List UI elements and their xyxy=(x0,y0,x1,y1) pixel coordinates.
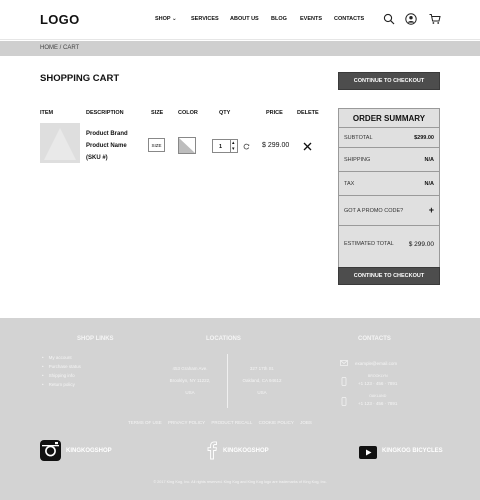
size-selector[interactable]: SIZE xyxy=(148,138,165,152)
footer-link-my-account[interactable]: My account xyxy=(42,353,81,362)
column-header-item: ITEM xyxy=(40,110,54,116)
product-sku: (SKU #) xyxy=(86,155,108,161)
summary-shipping-row: SHIPPING N/A xyxy=(339,148,439,172)
refresh-icon[interactable] xyxy=(243,143,250,150)
site-header: LOGO SHOP ⌄ SERVICES ABOUT US BLOG EVENT… xyxy=(0,0,480,40)
subtotal-value: $299.00 xyxy=(414,135,434,141)
checkout-button-bottom[interactable]: CONTINUE TO CHECKOUT xyxy=(338,267,440,285)
breadcrumb[interactable]: HOME / CART xyxy=(40,45,79,51)
column-header-size: SIZE xyxy=(151,110,164,116)
location-brooklyn-line2: Brooklyn, NY 11222, xyxy=(169,378,211,383)
footer-policy-links: TERMS OF USE PRIVACY POLICY PRODUCT RECA… xyxy=(128,420,317,425)
summary-subtotal-row: SUBTOTAL $299.00 xyxy=(339,128,439,148)
nav-shop[interactable]: SHOP ⌄ xyxy=(155,16,191,22)
shop-links-list: My account Purchase status Shipping info… xyxy=(42,353,81,389)
phone-oakland-label: OAKLAND xyxy=(369,394,387,398)
order-summary-title: ORDER SUMMARY xyxy=(339,109,439,128)
quantity-stepper[interactable]: 1 ▴ ▾ xyxy=(212,139,238,153)
promo-code-toggle[interactable]: GOT A PROMO CODE? + xyxy=(339,196,439,226)
location-oakland-line2: Oakland, CA 94612 xyxy=(242,378,282,383)
footer-link-shipping-info[interactable]: Shipping info xyxy=(42,371,81,380)
site-footer: SHOP LINKS My account Purchase status Sh… xyxy=(0,318,480,500)
youtube-channel[interactable]: KINGKOG BICYCLES xyxy=(382,448,443,454)
item-price: $ 299.00 xyxy=(262,142,290,149)
product-name[interactable]: Product Name xyxy=(86,140,128,152)
instagram-icon[interactable] xyxy=(40,440,61,461)
nav-services[interactable]: SERVICES xyxy=(191,16,230,22)
column-header-qty: QTY xyxy=(219,110,231,116)
location-brooklyn-line3: USA xyxy=(185,390,195,395)
location-brooklyn-line1: 453 Graham Ave. xyxy=(172,366,208,371)
copyright-notice: © 2017 King Kog, Inc. All rights reserve… xyxy=(153,480,327,484)
product-description: Product Brand Product Name (SKU #) xyxy=(86,128,128,164)
location-oakland: 327 17th St. Oakland, CA 94612 USA xyxy=(233,363,291,399)
phone-brooklyn-number[interactable]: +1 123 · 456 · 7891 xyxy=(358,380,397,387)
nav-blog[interactable]: BLOG xyxy=(271,16,300,22)
facebook-handle[interactable]: KINGKOGSHOP xyxy=(223,448,269,454)
phone-icon xyxy=(341,377,347,386)
quantity-divider xyxy=(230,140,231,152)
phone-icon xyxy=(341,397,347,406)
locations-divider xyxy=(227,354,228,408)
phone-brooklyn-label: BROOKLYN xyxy=(367,374,388,378)
facebook-icon[interactable] xyxy=(207,440,217,460)
shipping-value: N/A xyxy=(424,157,434,163)
color-swatch[interactable] xyxy=(178,137,196,154)
quantity-decrease-icon[interactable]: ▾ xyxy=(232,146,235,152)
nav-events[interactable]: EVENTS xyxy=(300,16,334,22)
cart-icon[interactable] xyxy=(429,13,441,25)
privacy-policy-link[interactable]: PRIVACY POLICY xyxy=(168,420,205,425)
delete-icon[interactable] xyxy=(303,142,312,151)
email-icon xyxy=(340,360,348,366)
column-header-description: DESCRIPTION xyxy=(86,110,124,116)
terms-of-use-link[interactable]: TERMS OF USE xyxy=(128,420,162,425)
column-header-color: COLOR xyxy=(178,110,198,116)
breadcrumb-bar: HOME / CART xyxy=(0,41,480,56)
summary-total-row: ESTIMATED TOTAL $ 299.00 xyxy=(339,226,439,268)
locations-heading: LOCATIONS xyxy=(206,336,241,342)
product-recall-link[interactable]: PRODUCT RECALL xyxy=(211,420,252,425)
order-summary: ORDER SUMMARY SUBTOTAL $299.00 SHIPPING … xyxy=(338,108,440,268)
footer-link-return-policy[interactable]: Return policy xyxy=(42,380,81,389)
contact-phone-oakland: OAKLAND +1 123 · 456 · 7891 xyxy=(358,393,397,407)
search-icon[interactable] xyxy=(383,13,395,25)
column-header-price: PRICE xyxy=(266,110,283,116)
nav-about-us[interactable]: ABOUT US xyxy=(230,16,271,22)
phone-oakland-number[interactable]: +1 123 · 456 · 7891 xyxy=(358,400,397,407)
quantity-value[interactable]: 1 xyxy=(219,144,222,150)
youtube-icon[interactable] xyxy=(359,446,377,459)
jobs-link[interactable]: JOBS xyxy=(300,420,312,425)
tax-value: N/A xyxy=(424,181,434,187)
footer-link-purchase-status[interactable]: Purchase status xyxy=(42,362,81,371)
shipping-label: SHIPPING xyxy=(344,157,371,163)
promo-code-label[interactable]: GOT A PROMO CODE? xyxy=(344,208,403,214)
summary-tax-row: TAX N/A xyxy=(339,172,439,196)
location-oakland-line3: USA xyxy=(257,390,267,395)
user-account-icon[interactable] xyxy=(405,13,417,25)
subtotal-label: SUBTOTAL xyxy=(344,135,373,141)
tax-label: TAX xyxy=(344,181,355,187)
cookie-policy-link[interactable]: COOKIE POLICY xyxy=(259,420,294,425)
estimated-total-label: ESTIMATED TOTAL xyxy=(344,241,394,247)
column-header-delete: DELETE xyxy=(297,110,319,116)
estimated-total-value: $ 299.00 xyxy=(408,241,434,248)
checkout-button-top[interactable]: CONTINUE TO CHECKOUT xyxy=(338,72,440,90)
contact-phone-brooklyn: BROOKLYN +1 123 · 456 · 7891 xyxy=(358,373,397,387)
location-oakland-line1: 327 17th St. xyxy=(249,366,275,371)
shop-links-heading: SHOP LINKS xyxy=(77,336,114,342)
plus-icon[interactable]: + xyxy=(429,205,434,215)
site-logo[interactable]: LOGO xyxy=(40,12,79,27)
page-title: SHOPPING CART xyxy=(40,73,120,84)
main-nav: SHOP ⌄ SERVICES ABOUT US BLOG EVENTS CON… xyxy=(155,16,364,22)
contacts-heading: CONTACTS xyxy=(358,336,391,342)
location-brooklyn: 453 Graham Ave. Brooklyn, NY 11222, USA xyxy=(160,363,220,399)
product-thumbnail[interactable] xyxy=(40,123,80,163)
instagram-handle[interactable]: KINGKOGSHOP xyxy=(66,448,112,454)
product-brand: Product Brand xyxy=(86,131,128,137)
nav-contacts[interactable]: CONTACTS xyxy=(334,16,364,22)
contact-email[interactable]: example@email.com xyxy=(355,359,397,368)
